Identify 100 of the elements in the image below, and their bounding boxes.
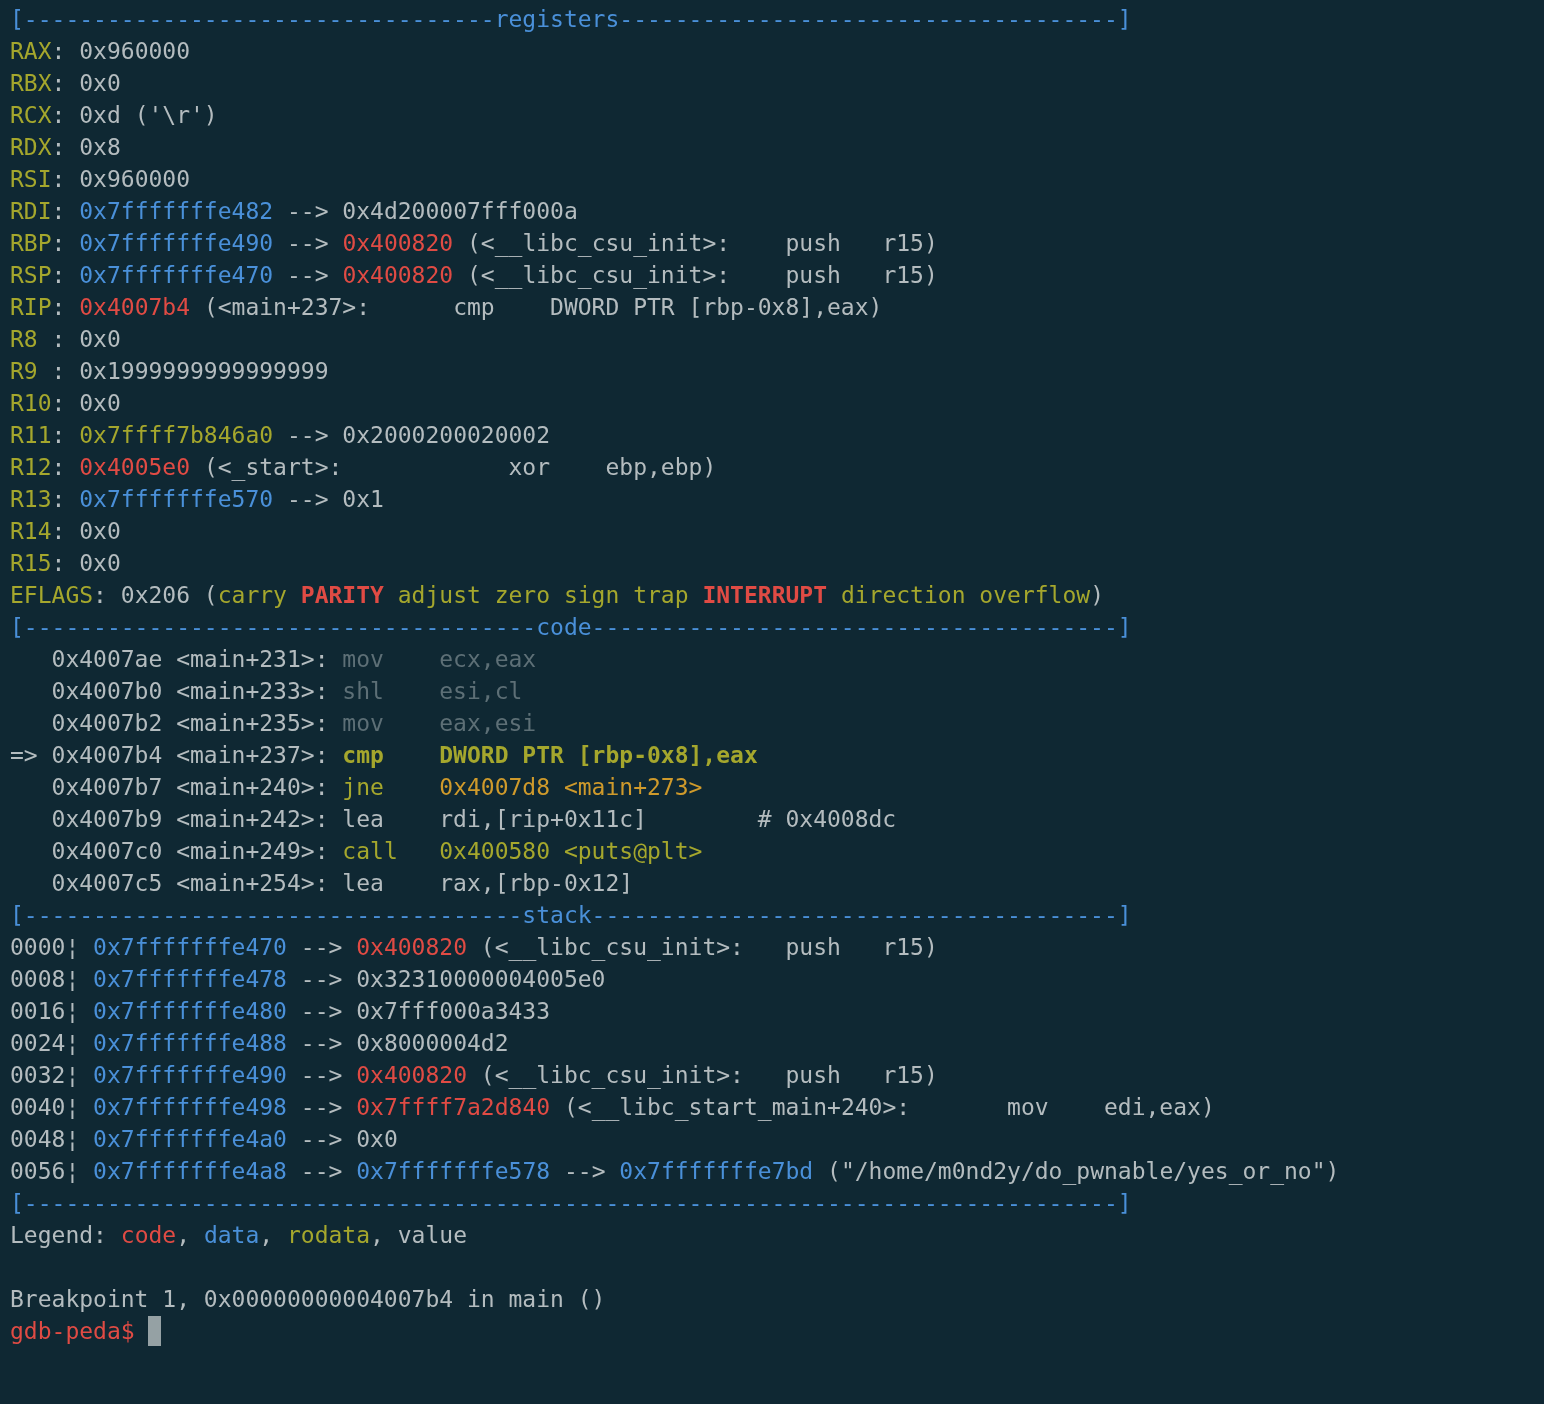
terminal-text: RSI [10,165,52,194]
terminal-text: (<main+237>: cmp DWORD PTR [rbp-0x8],eax) [202,293,883,322]
terminal-text: direction overflow [840,581,1091,610]
terminal-text: R14 [10,517,52,546]
section-rule: ------------------------------------] [619,5,1132,34]
terminal-text: R8 [10,325,39,354]
terminal-text: 0x4007d8 <main+273> [439,773,703,802]
terminal-text: : 0x0 [51,69,121,98]
terminal-text: 0x400820 [356,1061,467,1090]
terminal-text: rodata [286,1221,371,1250]
terminal-text: : 0x960000 [51,37,191,66]
section-rule: registers [494,5,620,34]
terminal-text: 0x400820 [342,261,454,290]
terminal-text: (<__libc_csu_init>: push r15) [466,229,938,259]
terminal-text: : [51,453,67,482]
terminal-text: 0x4007b9 <main+242>: lea rdi,[rip+0x11c] # 0x4008dc [50,805,897,834]
terminal-text: 0048¦ [10,1125,81,1154]
terminal-text: --> 0x32310000004005e0 [299,965,606,994]
terminal-text: 0x7fffffffe470 [93,933,287,962]
terminal-text: (<_start>: xor ebp,ebp) [202,453,717,483]
terminal-text: ) [1090,581,1104,610]
prompt-text: gdb-peda$ [10,1317,136,1346]
terminal-text: RBP [10,229,52,258]
terminal-text: RDI [10,197,52,226]
terminal-text: --> 0x4d200007fff000a [285,197,578,226]
terminal-text: mov eax,esi [342,709,537,738]
terminal-text: RCX [10,101,52,130]
terminal-text: RDX [10,133,52,162]
terminal-text: R15 [10,549,52,578]
terminal-text: 0x7fffffffe480 [93,997,287,1026]
terminal-text: --> [299,1157,344,1186]
terminal-text: 0x4007b2 <main+235>: [50,709,330,738]
terminal-text: --> [299,1093,344,1122]
terminal-text: (<__libc_csu_init>: push r15) [466,261,938,291]
terminal-text: 0024¦ [10,1029,81,1058]
terminal-text: 0x7fffffffe570 [79,485,274,514]
terminal-text: code [120,1221,177,1250]
terminal-text: => 0x4007b4 <main+237>: [10,741,330,770]
terminal-text: EFLAGS [10,581,94,610]
terminal-text: : 0x1999999999999999 [51,357,329,386]
terminal-text: (<__libc_csu_init>: push r15) [479,933,938,963]
terminal-text: INTERRUPT [702,581,828,610]
terminal-text: : [51,421,67,450]
terminal-text: --> [562,1157,607,1186]
terminal-text: jne [342,773,385,802]
terminal-text: data [203,1221,260,1250]
terminal-text: --> [299,1061,344,1090]
terminal-text: : 0x0 [51,549,121,578]
terminal-text: 0x7fffffffe498 [93,1093,287,1122]
terminal-text: : 0x0 [51,517,121,546]
section-rule: [------------------------------------ [10,901,523,930]
terminal-text: RBX [10,69,52,98]
terminal-text: : [51,293,67,322]
terminal-text: 0x7fffffffe482 [79,197,274,226]
terminal-text: 0x7fffffffe490 [93,1061,287,1090]
terminal-text: : 0x0 [51,389,121,418]
terminal-text: PARITY [300,581,385,610]
terminal-text: shl esi,cl [342,677,523,706]
terminal-text: RIP [10,293,52,322]
terminal-text: 0x7fffffffe488 [93,1029,287,1058]
terminal-text: : [51,197,67,226]
terminal-text: 0008¦ [10,965,81,994]
section-rule: [-------------------------------------------------------------------------------] [10,1189,1132,1218]
terminal-text: Legend: [10,1221,108,1250]
terminal-text: : 0x960000 [51,165,191,194]
terminal-text: --> [285,229,330,258]
terminal-text: : 0x206 ( [93,581,218,610]
terminal-text: 0x400820 [342,229,454,258]
terminal-text: 0x4007b4 [79,293,191,322]
terminal-text: --> [299,933,344,962]
terminal-text: adjust zero sign trap [397,581,690,610]
terminal-text: 0040¦ [10,1093,81,1122]
terminal-text: , value [370,1221,467,1250]
terminal-text: 0016¦ [10,997,81,1026]
terminal-text: --> 0x2000200020002 [285,421,551,450]
terminal-text: (<__libc_csu_init>: push r15) [479,1061,938,1091]
terminal-text: Breakpoint 1, 0x00000000004007b4 in main () [10,1285,606,1314]
terminal-text: ("/home/m0nd2y/do_pwnable/yes_or_no") [826,1157,1340,1187]
terminal-text: 0x7fffffffe578 [356,1157,551,1186]
terminal-text: : [51,485,67,514]
terminal-text: 0x4005e0 [79,453,191,482]
terminal-text: carry [217,581,288,610]
terminal-text: 0x7fffffffe4a8 [93,1157,287,1186]
terminal-text: 0x7ffff7a2d840 [356,1093,551,1122]
terminal-text: R12 [10,453,52,482]
terminal-text: 0x4007b7 <main+240>: [50,773,330,802]
terminal-text: 0056¦ [10,1157,81,1186]
terminal-text: R9 [10,357,39,386]
terminal-text: call 0x400580 <puts@plt> [342,837,703,866]
terminal-text: R10 [10,389,52,418]
section-rule: code [536,613,592,642]
terminal-text: R13 [10,485,52,514]
section-rule: [------------------------------------- [10,613,537,642]
terminal-text: : [51,261,67,290]
terminal-text: : 0x8 [51,133,121,162]
section-rule: stack [522,901,592,930]
terminal-text: 0x4007c0 <main+249>: [50,837,330,866]
terminal-text: --> 0x1 [285,485,384,514]
terminal-text: 0032¦ [10,1061,81,1090]
terminal-text: : [51,229,67,258]
